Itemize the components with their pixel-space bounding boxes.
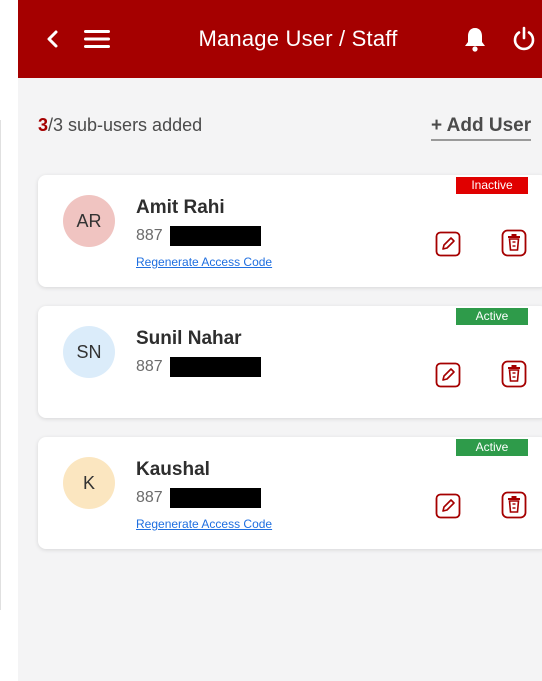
user-card: K Kaushal 887 Regenerate Access Code Act…: [38, 437, 542, 549]
user-card: AR Amit Rahi 887 Regenerate Access Code …: [38, 175, 542, 287]
status-badge: Active: [456, 308, 528, 325]
sub-users-summary: 3/3 sub-users added: [38, 115, 202, 136]
user-phone: 887: [136, 357, 266, 378]
avatar: K: [63, 457, 115, 509]
user-name: Kaushal: [136, 459, 210, 480]
user-name: Amit Rahi: [136, 197, 225, 218]
back-icon[interactable]: [42, 24, 62, 54]
app-screen: Manage User / Staff 3/3 sub-users added …: [18, 0, 542, 681]
redaction-bar: [170, 488, 261, 508]
trash-icon[interactable]: [501, 229, 527, 257]
user-name: Sunil Nahar: [136, 328, 242, 349]
status-badge: Inactive: [456, 177, 528, 194]
redaction-bar: [170, 357, 261, 377]
user-card: SN Sunil Nahar 887 Active: [38, 306, 542, 418]
trash-icon[interactable]: [501, 360, 527, 388]
summary-text: /3 sub-users added: [48, 115, 203, 135]
left-panel-edge: [0, 120, 1, 610]
hamburger-menu-icon[interactable]: [82, 24, 112, 54]
avatar: SN: [63, 326, 115, 378]
page-title: Manage User / Staff: [198, 26, 398, 51]
added-count: 3: [38, 115, 49, 135]
phone-number: 887: [136, 227, 163, 244]
regenerate-access-code-link[interactable]: Regenerate Access Code: [136, 517, 272, 531]
edit-icon[interactable]: [435, 231, 461, 257]
user-phone: 887: [136, 488, 266, 509]
edit-icon[interactable]: [435, 493, 461, 519]
edit-icon[interactable]: [435, 362, 461, 388]
bell-icon[interactable]: [462, 24, 488, 54]
avatar: AR: [63, 195, 115, 247]
add-user-button[interactable]: + Add User: [431, 115, 532, 141]
redaction-bar: [170, 226, 261, 246]
phone-number: 887: [136, 358, 163, 375]
trash-icon[interactable]: [501, 491, 527, 519]
power-icon[interactable]: [510, 24, 538, 54]
app-header: Manage User / Staff: [18, 0, 542, 78]
user-phone: 887: [136, 226, 266, 247]
regenerate-access-code-link[interactable]: Regenerate Access Code: [136, 255, 272, 269]
status-badge: Active: [456, 439, 528, 456]
phone-number: 887: [136, 489, 163, 506]
